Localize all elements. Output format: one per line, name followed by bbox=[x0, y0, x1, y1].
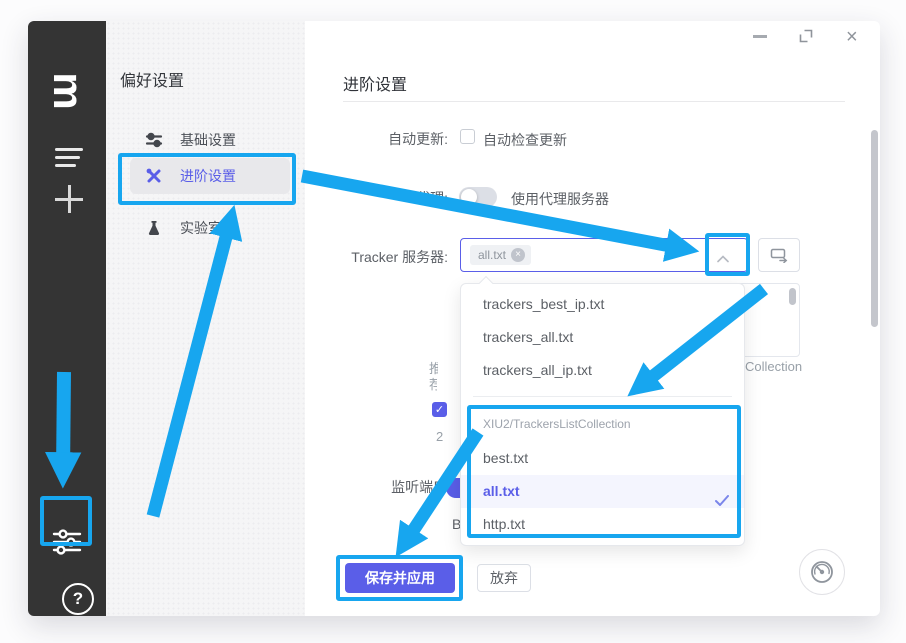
task-list-icon[interactable] bbox=[55, 148, 83, 167]
sync-trackers-button[interactable] bbox=[758, 238, 800, 272]
annotation-box-chevron bbox=[705, 233, 750, 276]
dropdown-option[interactable]: trackers_all_ip.txt bbox=[461, 354, 744, 387]
annotation-box-dropdown-group bbox=[467, 405, 741, 538]
hint-text-fragment: 荐 bbox=[429, 374, 437, 393]
tag-close-icon[interactable]: × bbox=[511, 248, 525, 262]
motrix-logo: m bbox=[46, 69, 90, 113]
help-icon[interactable]: ? bbox=[62, 583, 94, 615]
listen-port-label: 监听端口: bbox=[323, 477, 451, 497]
speedometer-button[interactable] bbox=[799, 549, 845, 595]
close-icon[interactable]: × bbox=[846, 27, 858, 47]
sidebar-item-label: 实验室 bbox=[180, 218, 222, 238]
auto-update-label: 自动更新: bbox=[320, 129, 448, 149]
hint-text-fragment: Collection bbox=[745, 359, 805, 374]
dropdown-option[interactable]: trackers_best_ip.txt bbox=[461, 288, 744, 321]
selected-tracker-tag: all.txt × bbox=[470, 245, 531, 265]
minimize-icon[interactable] bbox=[753, 35, 767, 38]
tracker-server-label: Tracker 服务器: bbox=[320, 247, 448, 267]
sidebar-item-lab[interactable]: 实验室 bbox=[130, 210, 290, 246]
discard-button[interactable]: 放弃 bbox=[477, 564, 531, 592]
sidebar-item-label: 基础设置 bbox=[180, 130, 236, 150]
textarea-scrollbar-thumb[interactable] bbox=[789, 288, 796, 305]
annotation-box-save-button bbox=[336, 555, 463, 601]
dropdown-option[interactable]: trackers_all.txt bbox=[461, 321, 744, 354]
add-task-icon[interactable] bbox=[55, 185, 83, 213]
annotation-box-preferences-icon bbox=[40, 496, 92, 546]
proxy-option: 使用代理服务器 bbox=[511, 189, 609, 209]
auto-check-update-option: 自动检查更新 bbox=[483, 130, 567, 150]
hint-text-fragment: 2 bbox=[436, 429, 446, 444]
title-divider bbox=[343, 101, 845, 102]
maximize-icon[interactable] bbox=[799, 29, 813, 48]
auto-check-update-checkbox[interactable] bbox=[460, 129, 475, 144]
motrix-preferences-window: m ? 偏好设置 基础设置 bbox=[0, 0, 906, 643]
proxy-label: 代理: bbox=[320, 188, 448, 208]
sidebar-title: 偏好设置 bbox=[120, 67, 184, 91]
auto-sync-trackers-checkbox[interactable]: ✓ bbox=[432, 402, 447, 417]
dropdown-group-divider bbox=[473, 396, 732, 397]
preferences-sidebar: 偏好设置 基础设置 进阶设置 bbox=[106, 21, 305, 616]
page-title: 进阶设置 bbox=[343, 71, 407, 95]
annotation-box-advanced-item bbox=[118, 153, 296, 205]
toggles-icon bbox=[145, 131, 163, 149]
proxy-toggle[interactable] bbox=[459, 187, 497, 207]
lab-flask-icon bbox=[145, 219, 163, 237]
main-scrollbar-thumb[interactable] bbox=[871, 130, 878, 327]
